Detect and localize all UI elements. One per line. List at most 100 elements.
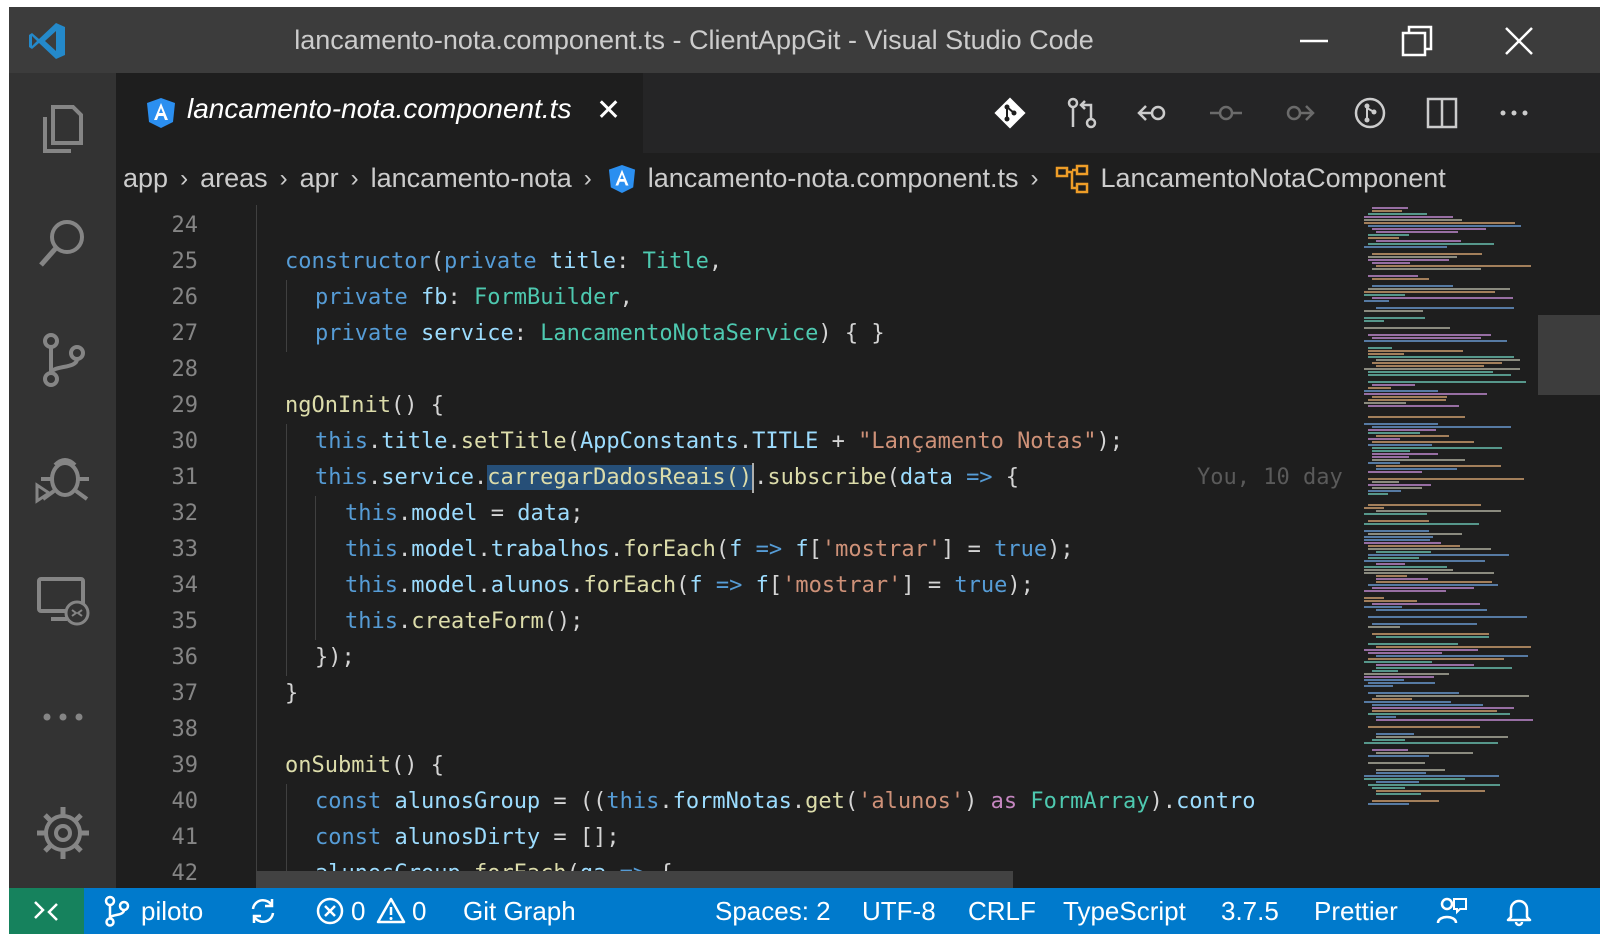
code-line-39: onSubmit() {: [285, 753, 444, 778]
error-count[interactable]: 0: [351, 888, 365, 934]
minimap-line: [1364, 685, 1393, 687]
more-actions-icon[interactable]: [1496, 95, 1532, 131]
minimap-line: [1372, 228, 1486, 230]
minimap-line: [1376, 581, 1492, 583]
notifications-bell-icon[interactable]: [1503, 895, 1535, 927]
scrollbar-thumb[interactable]: [1538, 315, 1600, 395]
feedback-icon[interactable]: [1436, 895, 1468, 927]
typescript-version[interactable]: 3.7.5: [1221, 888, 1279, 934]
minimap-line: [1372, 268, 1481, 270]
minimap-line: [1372, 603, 1480, 605]
more-icon[interactable]: [33, 687, 93, 747]
minimap-line: [1364, 530, 1429, 532]
minimap-line: [1368, 548, 1491, 550]
eol-status[interactable]: CRLF: [968, 888, 1036, 934]
minimap-line: [1372, 487, 1422, 489]
code-line-41: const alunosDirty = [];: [315, 825, 620, 850]
minimap-line: [1368, 692, 1459, 694]
minimap-line: [1368, 626, 1400, 628]
minimap-line: [1372, 447, 1502, 449]
code-line-27: private service: LancamentoNotaService) …: [315, 321, 885, 346]
minimap-line: [1364, 566, 1447, 568]
minimap-line: [1368, 545, 1460, 547]
remote-explorer-icon[interactable]: [33, 571, 93, 631]
breadcrumb-item-lancamento-nota[interactable]: lancamento-nota: [371, 163, 572, 194]
indentation-status[interactable]: Spaces: 2: [715, 888, 831, 934]
encoding-status[interactable]: UTF-8: [862, 888, 936, 934]
remote-indicator[interactable]: [9, 888, 84, 934]
minimap-line: [1376, 609, 1487, 611]
close-window-icon[interactable]: [1499, 21, 1539, 61]
code-line-25: constructor(private title: Title,: [285, 249, 723, 274]
restore-icon[interactable]: [1397, 21, 1437, 61]
minimap-line: [1364, 507, 1384, 509]
git-branch-icon: [104, 895, 130, 927]
minimap-line: [1364, 649, 1478, 651]
branch-name[interactable]: piloto: [141, 888, 203, 934]
tab-close-icon[interactable]: ✕: [596, 93, 621, 128]
minimap-line: [1368, 416, 1465, 418]
minimap-line: [1376, 468, 1457, 470]
sync-icon[interactable]: [247, 895, 279, 927]
minimap-line: [1368, 643, 1458, 645]
tab-lancamento-nota[interactable]: lancamento-nota.component.ts ✕: [116, 73, 643, 153]
explorer-icon[interactable]: [33, 99, 93, 159]
breadcrumb-item-apr[interactable]: apr: [300, 163, 339, 194]
minimap-line: [1376, 231, 1458, 233]
code-line-40: const alunosGroup = ((this.formNotas.get…: [315, 789, 1256, 814]
line-number: 33: [171, 537, 199, 562]
split-editor-icon[interactable]: [1424, 95, 1460, 131]
source-control-icon[interactable]: [33, 329, 93, 389]
prettier-status[interactable]: Prettier: [1314, 888, 1398, 934]
search-icon[interactable]: [33, 213, 93, 273]
git-blame-annotation: You, 10 day: [1197, 465, 1343, 490]
minimap-line: [1372, 278, 1429, 280]
minimap-line: [1368, 682, 1435, 684]
vscode-window: lancamento-nota.component.ts - ClientApp…: [9, 7, 1600, 934]
breadcrumb-item-areas[interactable]: areas: [200, 163, 268, 194]
minimap-line: [1364, 679, 1404, 681]
minimap-line: [1364, 317, 1425, 319]
warning-count[interactable]: 0: [412, 888, 426, 934]
minimap-line: [1368, 652, 1442, 654]
horizontal-scrollbar[interactable]: [256, 871, 1013, 888]
settings-gear-icon[interactable]: [33, 803, 93, 863]
git-graph-button[interactable]: Git Graph: [463, 888, 576, 934]
breadcrumb-item-class[interactable]: LancamentoNotaComponent: [1101, 163, 1446, 194]
go-back-icon[interactable]: [1136, 95, 1172, 131]
breadcrumb-item-app[interactable]: app: [123, 163, 168, 194]
minimap-line: [1376, 510, 1501, 512]
language-mode[interactable]: TypeScript: [1063, 888, 1186, 934]
minimap-line: [1364, 216, 1453, 218]
minimap-line: [1372, 587, 1474, 589]
minimap-line: [1364, 423, 1438, 425]
indent-guide: [315, 496, 316, 640]
line-number: 26: [171, 285, 199, 310]
minimap-line: [1376, 575, 1407, 577]
git-history-icon[interactable]: [1352, 95, 1388, 131]
minimap-line: [1376, 664, 1474, 666]
minimap-line: [1372, 787, 1405, 789]
debug-icon[interactable]: [33, 445, 93, 505]
breadcrumb-item-file[interactable]: lancamento-nota.component.ts: [648, 163, 1019, 194]
minimap[interactable]: [1358, 205, 1538, 888]
minimap-line: [1376, 265, 1531, 267]
minimap-line: [1364, 310, 1423, 312]
breadcrumb: app › areas › apr › lancamento-nota › la…: [116, 153, 1600, 205]
minimize-icon[interactable]: [1294, 21, 1334, 61]
minimap-line: [1372, 749, 1408, 751]
minimap-line: [1364, 600, 1417, 602]
commit-node-icon[interactable]: [1208, 95, 1244, 131]
git-icon[interactable]: [992, 95, 1028, 131]
minimap-line: [1376, 733, 1414, 735]
vertical-scrollbar[interactable]: [1538, 205, 1600, 888]
line-number: 30: [171, 429, 199, 454]
go-forward-icon[interactable]: [1280, 95, 1316, 131]
compare-changes-icon[interactable]: [1064, 95, 1100, 131]
minimap-line: [1368, 713, 1510, 715]
minimap-line: [1372, 262, 1410, 264]
minimap-line: [1364, 340, 1507, 342]
minimap-line: [1376, 752, 1473, 754]
code-editor[interactable]: 24 25 26 27 28 29 30 31 32 33 34 35 36 3…: [116, 205, 1358, 888]
minimap-line: [1364, 294, 1405, 296]
